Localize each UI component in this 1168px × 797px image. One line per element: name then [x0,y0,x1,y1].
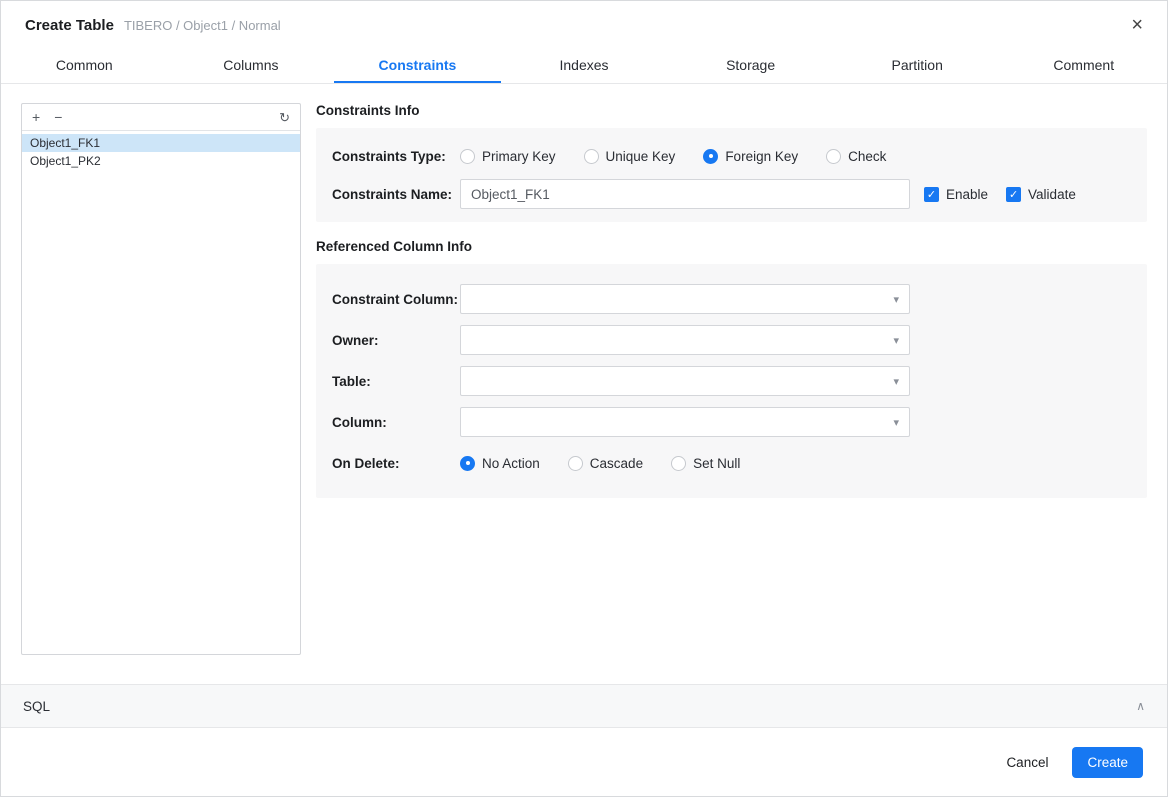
constraints-type-label: Constraints Type: [332,148,446,164]
checkbox-checked-icon: ✓ [1006,186,1022,202]
radio-check[interactable]: Check [826,148,887,164]
on-delete-radio-group: No Action Cascade Set Null [460,455,768,471]
radio-icon [583,148,599,164]
create-button[interactable]: Create [1072,746,1143,778]
tab-comment[interactable]: Comment [1000,49,1167,83]
constraint-column-select[interactable]: ▾ [460,284,910,314]
radio-set-null[interactable]: Set Null [671,455,741,471]
caret-down-icon: ▾ [893,334,899,347]
constraint-list-panel: + − ↻ Object1_FK1 Object1_PK2 [21,103,301,655]
checkbox-checked-icon: ✓ [924,186,939,202]
tab-bar: Common Columns Constraints Indexes Stora… [1,49,1167,84]
tab-indexes[interactable]: Indexes [501,49,668,83]
radio-icon [567,455,583,471]
create-table-dialog: Create Table TIBERO / Object1 / Normal ×… [0,0,1168,797]
dialog-title: Create Table [25,16,114,34]
validate-checkbox[interactable]: ✓ Validate [1006,186,1076,202]
constraints-type-radio-group: Primary Key Unique Key Foreign Key Check [460,148,914,164]
radio-label: No Action [482,455,540,471]
dialog-footer: Cancel Create [1,728,1167,796]
refresh-icon[interactable]: ↻ [279,111,290,124]
add-constraint-icon[interactable]: + [32,110,40,124]
table-select[interactable]: ▾ [460,366,910,396]
constraints-name-row: Constraints Name: ✓ Enable ✓ Validate [332,175,1131,213]
radio-icon [826,148,842,164]
table-label: Table: [332,373,371,389]
radio-icon [460,148,475,164]
on-delete-label: On Delete: [332,455,400,471]
constraints-name-input[interactable] [460,179,910,209]
owner-label: Owner: [332,332,379,348]
column-row: Column: ▾ [332,407,1131,437]
radio-label: Check [848,148,887,164]
caret-down-icon: ▾ [893,293,899,306]
radio-icon [671,455,687,471]
dialog-header: Create Table TIBERO / Object1 / Normal × [1,1,1167,49]
tab-storage[interactable]: Storage [667,49,834,83]
main-area: + − ↻ Object1_FK1 Object1_PK2 Constraint… [1,84,1167,684]
referenced-column-info-heading: Referenced Column Info [316,239,473,254]
tab-common[interactable]: Common [1,49,168,83]
radio-label: Set Null [693,455,741,471]
constraint-list: Object1_FK1 Object1_PK2 [22,131,300,654]
radio-checked-icon [460,455,475,471]
constraint-list-toolbar: + − ↻ [22,104,300,131]
constraints-info-panel: Constraints Type: Primary Key Unique Key [316,128,1147,222]
radio-label: Cascade [589,455,644,471]
constraints-type-row: Constraints Type: Primary Key Unique Key [332,137,1131,175]
tab-constraints[interactable]: Constraints [334,49,501,83]
constraint-flags: ✓ Enable ✓ Validate [924,186,1094,202]
remove-constraint-icon[interactable]: − [54,110,62,124]
constraint-column-row: Constraint Column: ▾ [332,284,1131,314]
referenced-column-info-panel: Constraint Column: ▾ Owner: ▾ Table: ▾ C… [316,264,1147,498]
constraint-column-label: Constraint Column: [332,291,458,307]
constraints-info-heading: Constraints Info [316,103,420,118]
radio-checked-icon [703,148,719,164]
sql-section-toggle[interactable]: SQL ∧ [1,684,1167,728]
tab-columns[interactable]: Columns [168,49,335,83]
list-item-object1-fk1[interactable]: Object1_FK1 [22,134,300,152]
dialog-subtitle: TIBERO / Object1 / Normal [123,17,281,33]
radio-primary-key[interactable]: Primary Key [460,148,556,164]
close-icon[interactable]: × [1131,15,1143,35]
enable-checkbox[interactable]: ✓ Enable [924,186,989,202]
cancel-button[interactable]: Cancel [1000,747,1054,778]
owner-row: Owner: ▾ [332,325,1131,355]
checkbox-label: Enable [946,186,989,202]
radio-label: Primary Key [482,148,556,164]
checkbox-label: Validate [1028,186,1076,202]
tab-partition[interactable]: Partition [834,49,1001,83]
caret-down-icon: ▾ [893,375,899,388]
caret-down-icon: ▾ [893,416,899,429]
radio-label: Unique Key [605,148,676,164]
column-select[interactable]: ▾ [460,407,910,437]
constraint-detail: Constraints Info Constraints Type: Prima… [316,103,1147,684]
column-label: Column: [332,414,387,430]
chevron-up-icon: ∧ [1136,699,1145,713]
list-item-object1-pk2[interactable]: Object1_PK2 [22,152,300,170]
table-row: Table: ▾ [332,366,1131,396]
radio-foreign-key[interactable]: Foreign Key [703,148,799,164]
radio-no-action[interactable]: No Action [460,455,540,471]
owner-select[interactable]: ▾ [460,325,910,355]
on-delete-row: On Delete: No Action Cascade Set Null [332,448,1131,478]
sql-section-label: SQL [23,698,51,714]
radio-unique-key[interactable]: Unique Key [583,148,676,164]
radio-cascade[interactable]: Cascade [567,455,644,471]
constraints-name-label: Constraints Name: [332,186,453,202]
radio-label: Foreign Key [725,148,799,164]
